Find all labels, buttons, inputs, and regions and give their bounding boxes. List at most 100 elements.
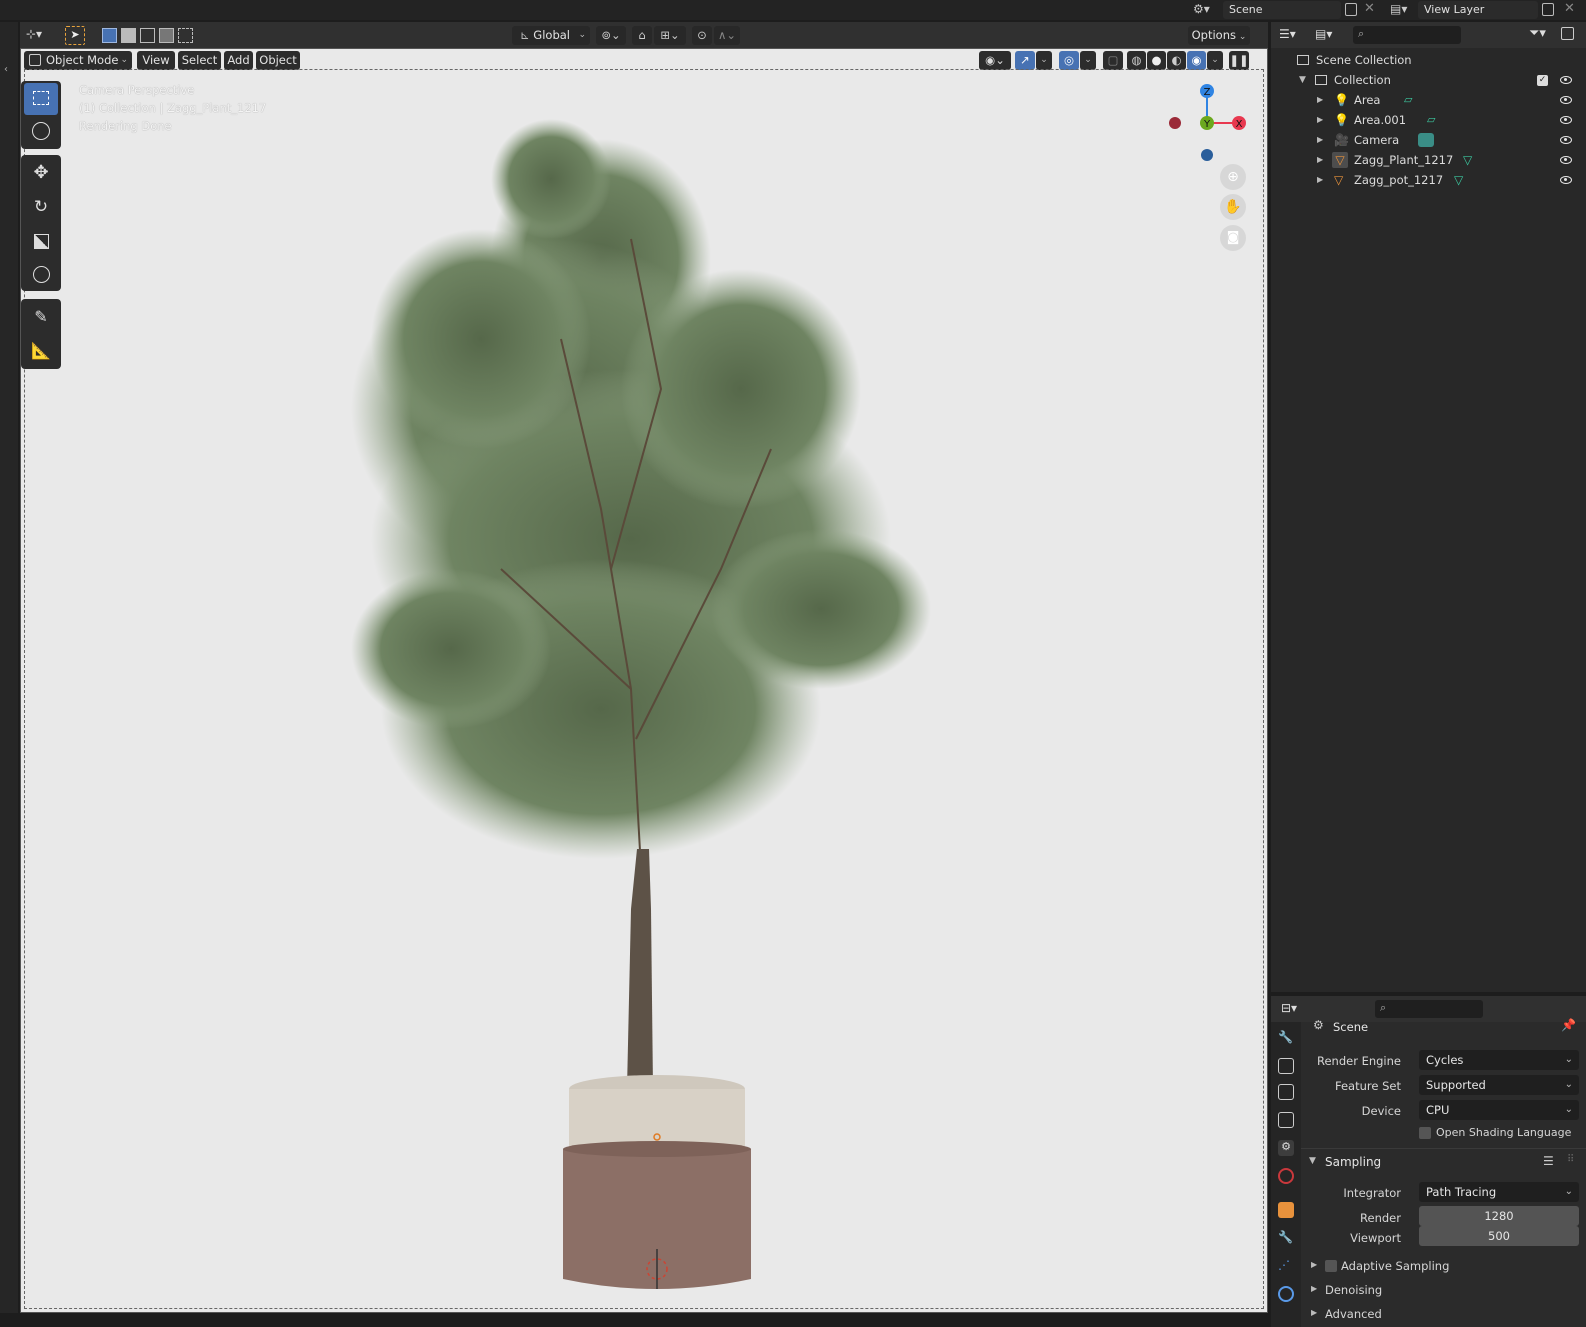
menu-object[interactable]: Object [256, 51, 300, 70]
scene-tab-icon[interactable]: ⚙ [1278, 1140, 1294, 1156]
viewport-samples-field[interactable]: 500 [1419, 1226, 1579, 1246]
eye-icon[interactable] [1560, 96, 1572, 104]
snap-element-dropdown[interactable]: ⊞⌄ [654, 26, 686, 45]
select-box-tool[interactable] [24, 83, 58, 115]
close-icon[interactable]: ✕ [1364, 1, 1375, 16]
physics-tab-icon[interactable] [1278, 1286, 1294, 1302]
eye-icon[interactable] [1560, 76, 1572, 84]
render-engine-dropdown[interactable]: Cycles ⌄ [1419, 1050, 1579, 1070]
editor-type-icon[interactable]: ☰▾ [1279, 27, 1296, 41]
shading-wireframe[interactable]: ◍ [1127, 51, 1146, 70]
checkbox-icon[interactable]: ✓ [1537, 75, 1548, 86]
expand-arrow-icon[interactable]: ▶ [1317, 90, 1323, 110]
object-mode-dropdown[interactable]: Object Mode ⌄ [24, 51, 132, 70]
search-field[interactable]: ⌕ [1353, 26, 1461, 44]
editor-type-icon[interactable]: ⊟▾ [1281, 1001, 1297, 1015]
pin-icon[interactable]: 📌 [1561, 1018, 1576, 1032]
outliner-row-zagg-pot[interactable]: ▶ ▽ Zagg_pot_1217 ▽ [1271, 170, 1586, 190]
adaptive-sampling-subpanel[interactable]: ▶ Adaptive Sampling [1311, 1256, 1581, 1276]
gizmo-dropdown[interactable]: ⌄ [1036, 51, 1052, 70]
outliner-row-collection[interactable]: ▼ Collection ✓ [1271, 70, 1586, 90]
scale-tool[interactable] [24, 225, 58, 257]
view-layer-tab-icon[interactable] [1278, 1112, 1294, 1128]
eye-icon[interactable] [1560, 116, 1572, 124]
scene-selector[interactable]: Scene [1223, 1, 1341, 19]
menu-view[interactable]: View [137, 51, 175, 70]
shading-rendered[interactable]: ◉ [1187, 51, 1206, 70]
annotate-tool[interactable]: ✎ [24, 301, 58, 333]
expand-arrow-icon[interactable]: ‹ [4, 64, 8, 75]
eye-icon[interactable] [1560, 136, 1572, 144]
view-layer-selector[interactable]: View Layer [1418, 1, 1538, 19]
measure-tool[interactable]: 📐 [24, 335, 58, 367]
presets-list-icon[interactable]: ☰ [1543, 1154, 1554, 1168]
select-mode-extend-icon[interactable] [121, 28, 136, 43]
scene-icon[interactable]: ⚙▾ [1193, 2, 1217, 18]
select-mode-intersect-icon[interactable] [178, 28, 193, 43]
render-tab-icon[interactable] [1278, 1058, 1294, 1074]
shading-solid[interactable]: ● [1147, 51, 1166, 70]
search-field[interactable]: ⌕ [1375, 1000, 1483, 1018]
sampling-panel-header[interactable]: ▼ Sampling ☰ ⠿ [1301, 1148, 1586, 1174]
outliner-row-zagg-plant[interactable]: ▶ ▽ Zagg_Plant_1217 ▽ [1271, 150, 1586, 170]
select-tool-icon[interactable]: ➤ [65, 26, 85, 45]
filter-icon[interactable]: ⏷▾ [1529, 26, 1546, 41]
rotate-tool[interactable]: ↻ [24, 191, 58, 223]
select-mode-subtract-icon[interactable] [140, 28, 155, 43]
modifier-tab-icon[interactable]: 🔧 [1278, 1230, 1294, 1246]
eye-icon[interactable] [1560, 176, 1572, 184]
eye-icon[interactable] [1560, 156, 1572, 164]
expand-arrow-icon[interactable]: ▶ [1317, 150, 1323, 170]
snap-toggle[interactable]: ⌂ [632, 26, 652, 45]
expand-arrow-icon[interactable]: ▶ [1317, 130, 1323, 150]
menu-add[interactable]: Add [224, 51, 253, 70]
visibility-dropdown[interactable]: ◉⌄ [979, 51, 1011, 70]
zoom-icon[interactable]: ⊕ [1220, 164, 1246, 190]
view-layer-icon[interactable]: ▤▾ [1390, 2, 1414, 18]
overlays-dropdown[interactable]: ⌄ [1080, 51, 1096, 70]
close-icon[interactable]: ✕ [1564, 1, 1575, 16]
proportional-falloff-dropdown[interactable]: ∧⌄ [714, 26, 740, 45]
expand-arrow-icon[interactable]: ▶ [1317, 170, 1323, 190]
new-collection-icon[interactable] [1561, 27, 1574, 40]
new-scene-icon[interactable] [1345, 3, 1357, 16]
transform-orientation-dropdown[interactable]: ⊾ Global ⌄ [512, 26, 590, 45]
object-tab-icon[interactable] [1278, 1202, 1294, 1218]
shading-dropdown[interactable]: ⌄ [1207, 51, 1223, 70]
pivot-point-dropdown[interactable]: ⊚⌄ [596, 26, 626, 45]
drag-handle-icon[interactable]: ⠿ [1567, 1154, 1574, 1165]
adaptive-sampling-checkbox[interactable] [1325, 1260, 1337, 1272]
world-tab-icon[interactable] [1278, 1168, 1294, 1184]
osl-checkbox[interactable] [1419, 1127, 1431, 1139]
device-dropdown[interactable]: CPU ⌄ [1419, 1100, 1579, 1120]
options-dropdown[interactable]: Options ⌄ [1188, 26, 1250, 45]
move-tool[interactable]: ✥ [24, 157, 58, 189]
expand-arrow-icon[interactable]: ▼ [1299, 70, 1306, 90]
xray-toggle[interactable]: ▢ [1103, 51, 1123, 70]
tool-tab-icon[interactable]: 🔧 [1278, 1030, 1294, 1046]
shading-material[interactable]: ◐ [1167, 51, 1186, 70]
outliner-row-scene-collection[interactable]: Scene Collection [1271, 50, 1586, 70]
feature-set-dropdown[interactable]: Supported ⌄ [1419, 1075, 1579, 1095]
transform-tool[interactable] [24, 258, 58, 290]
outliner-row-area-001[interactable]: ▶ 💡 Area.001 ⏥ [1271, 110, 1586, 130]
advanced-subpanel[interactable]: ▶ Advanced [1311, 1304, 1581, 1324]
integrator-dropdown[interactable]: Path Tracing ⌄ [1419, 1182, 1579, 1202]
overlays-toggle[interactable]: ◎ [1059, 51, 1079, 70]
menu-select[interactable]: Select [178, 51, 221, 70]
gizmo-toggle[interactable]: ↗ [1015, 51, 1035, 70]
output-tab-icon[interactable] [1278, 1084, 1294, 1100]
expand-arrow-icon[interactable]: ▶ [1317, 110, 1323, 130]
denoising-subpanel[interactable]: ▶ Denoising [1311, 1280, 1581, 1300]
navigation-gizmo[interactable]: Z X Y [1161, 79, 1251, 169]
pan-hand-icon[interactable]: ✋ [1220, 194, 1246, 220]
cursor-tool[interactable] [24, 116, 58, 148]
proportional-edit-toggle[interactable]: ⊙ [692, 26, 712, 45]
particles-tab-icon[interactable]: ⋰ [1278, 1258, 1294, 1274]
3d-viewport[interactable]: Object Mode ⌄ View Select Add Object ◉⌄ … [20, 48, 1268, 1313]
display-mode-icon[interactable]: ▤▾ [1315, 27, 1332, 41]
select-mode-new-icon[interactable] [102, 28, 117, 43]
camera-view-icon[interactable]: ◙ [1220, 225, 1246, 251]
outliner-row-area[interactable]: ▶ 💡 Area ⏥ [1271, 90, 1586, 110]
pause-render-button[interactable]: ❚❚ [1229, 51, 1249, 70]
